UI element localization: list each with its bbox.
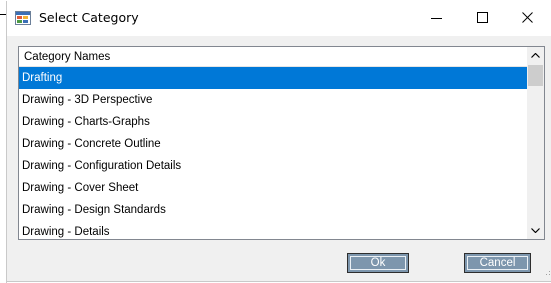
list-item[interactable]: Drawing - Configuration Details: [19, 155, 527, 177]
title-bar[interactable]: Select Category: [7, 0, 551, 36]
list-item[interactable]: Drawing - Design Standards: [19, 199, 527, 221]
scroll-down-button[interactable]: [527, 222, 544, 239]
chevron-down-icon: [531, 228, 540, 233]
vertical-scrollbar[interactable]: [527, 47, 544, 239]
cancel-button[interactable]: Cancel: [464, 253, 531, 273]
window-title: Select Category: [39, 10, 139, 25]
list-item[interactable]: Drawing - 3D Perspective: [19, 89, 527, 111]
scroll-up-button[interactable]: [527, 47, 544, 64]
maximize-icon: [477, 12, 488, 23]
background-window-border-bottom: [6, 281, 551, 282]
list-item[interactable]: Drawing - Charts-Graphs: [19, 111, 527, 133]
ok-button-label: Ok: [350, 256, 406, 270]
list-item[interactable]: Drawing - Cover Sheet: [19, 177, 527, 199]
select-category-dialog: Select Category Category Names Drafting D…: [7, 0, 551, 281]
resize-grip-icon[interactable]: [543, 268, 551, 276]
chevron-up-icon: [531, 53, 540, 58]
minimize-icon: [431, 18, 442, 19]
ok-button[interactable]: Ok: [347, 253, 409, 273]
close-button[interactable]: [505, 0, 551, 36]
column-header-category-names[interactable]: Category Names: [19, 47, 527, 67]
maximize-button[interactable]: [460, 0, 506, 36]
list-item[interactable]: Drawing - Details: [19, 221, 527, 239]
category-list[interactable]: Category Names Drafting Drawing - 3D Pers…: [18, 46, 545, 240]
cancel-button-label: Cancel: [467, 256, 528, 270]
window-app-icon: [15, 11, 31, 25]
close-icon: [522, 12, 533, 23]
category-list-rows: Drafting Drawing - 3D Perspective Drawing …: [19, 67, 527, 239]
scrollbar-thumb[interactable]: [528, 65, 543, 86]
minimize-button[interactable]: [414, 0, 460, 36]
list-item[interactable]: Drawing - Concrete Outline: [19, 133, 527, 155]
list-item[interactable]: Drafting: [19, 67, 527, 89]
column-header-label: Category Names: [24, 51, 111, 63]
